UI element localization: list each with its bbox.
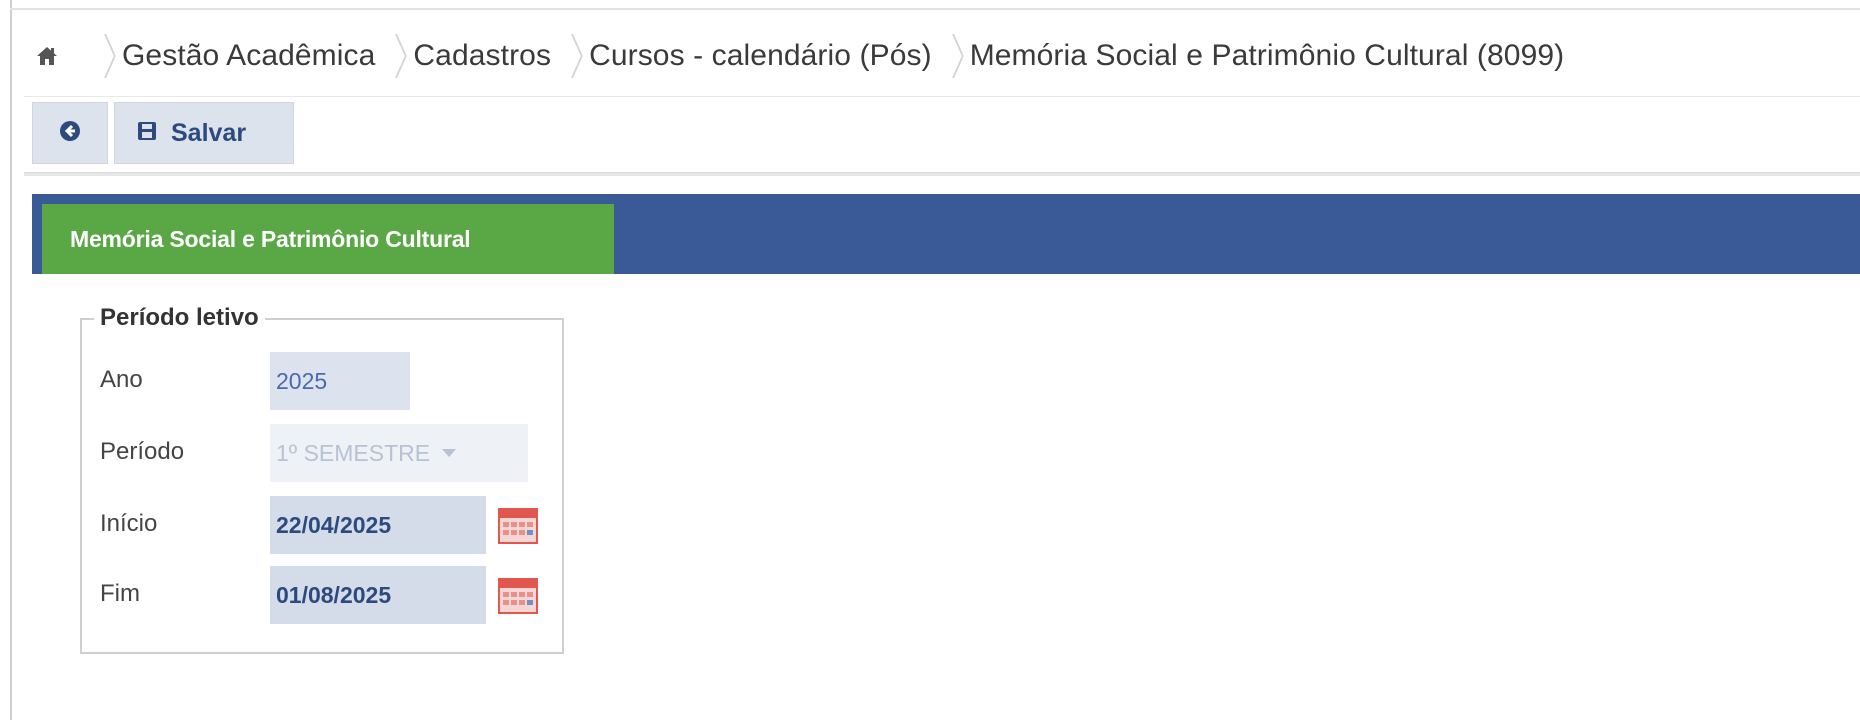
tab-course-name[interactable]: Memória Social e Patrimônio Cultural: [42, 204, 614, 274]
fim-date-field[interactable]: 01/08/2025: [270, 566, 486, 624]
frame-border-left: [10, 0, 12, 720]
ano-value: 2025: [276, 367, 328, 394]
fim-value: 01/08/2025: [276, 581, 392, 608]
breadcrumb-separator: [381, 26, 399, 86]
arrow-left-circle-icon: [59, 120, 81, 147]
ano-label: Ano: [100, 366, 143, 393]
inicio-date-field[interactable]: 22/04/2025: [270, 496, 486, 554]
toolbar-divider: [24, 172, 1860, 176]
save-button[interactable]: Salvar: [114, 102, 294, 164]
breadcrumb-item-current-course: Memória Social e Patrimônio Cultural (80…: [969, 39, 1565, 72]
home-icon[interactable]: [24, 46, 84, 66]
periodo-letivo-fieldset: Período letivo Ano 2025 Período 1º SEMES…: [80, 304, 564, 654]
toolbar: Salvar: [32, 102, 294, 164]
calendar-icon[interactable]: [498, 506, 538, 544]
breadcrumb-divider: [24, 96, 1860, 97]
back-button[interactable]: [32, 102, 108, 164]
fieldset-legend: Período letivo: [94, 304, 265, 332]
calendar-icon[interactable]: [498, 576, 538, 614]
frame-border-top: [10, 8, 1860, 10]
breadcrumb: Gestão Acadêmica Cadastros Cursos - cale…: [24, 18, 1564, 94]
periodo-select[interactable]: 1º SEMESTRE: [270, 424, 528, 482]
panel-header: Memória Social e Patrimônio Cultural: [32, 194, 1860, 274]
save-button-label: Salvar: [171, 118, 247, 147]
breadcrumb-item-gestao-academica[interactable]: Gestão Acadêmica: [122, 39, 375, 73]
ano-field[interactable]: 2025: [270, 352, 410, 410]
inicio-label: Início: [100, 510, 158, 537]
breadcrumb-separator: [90, 26, 108, 86]
floppy-disk-icon: [137, 119, 157, 148]
chevron-down-icon: [442, 449, 457, 457]
breadcrumb-item-cadastros[interactable]: Cadastros: [413, 39, 551, 73]
breadcrumb-separator: [938, 26, 956, 86]
breadcrumb-item-cursos-calendario[interactable]: Cursos - calendário (Pós): [589, 39, 932, 73]
inicio-value: 22/04/2025: [276, 511, 392, 538]
breadcrumb-separator: [557, 26, 575, 86]
periodo-value: 1º SEMESTRE: [276, 439, 431, 466]
fim-label: Fim: [100, 580, 140, 607]
periodo-label: Período: [100, 438, 185, 465]
